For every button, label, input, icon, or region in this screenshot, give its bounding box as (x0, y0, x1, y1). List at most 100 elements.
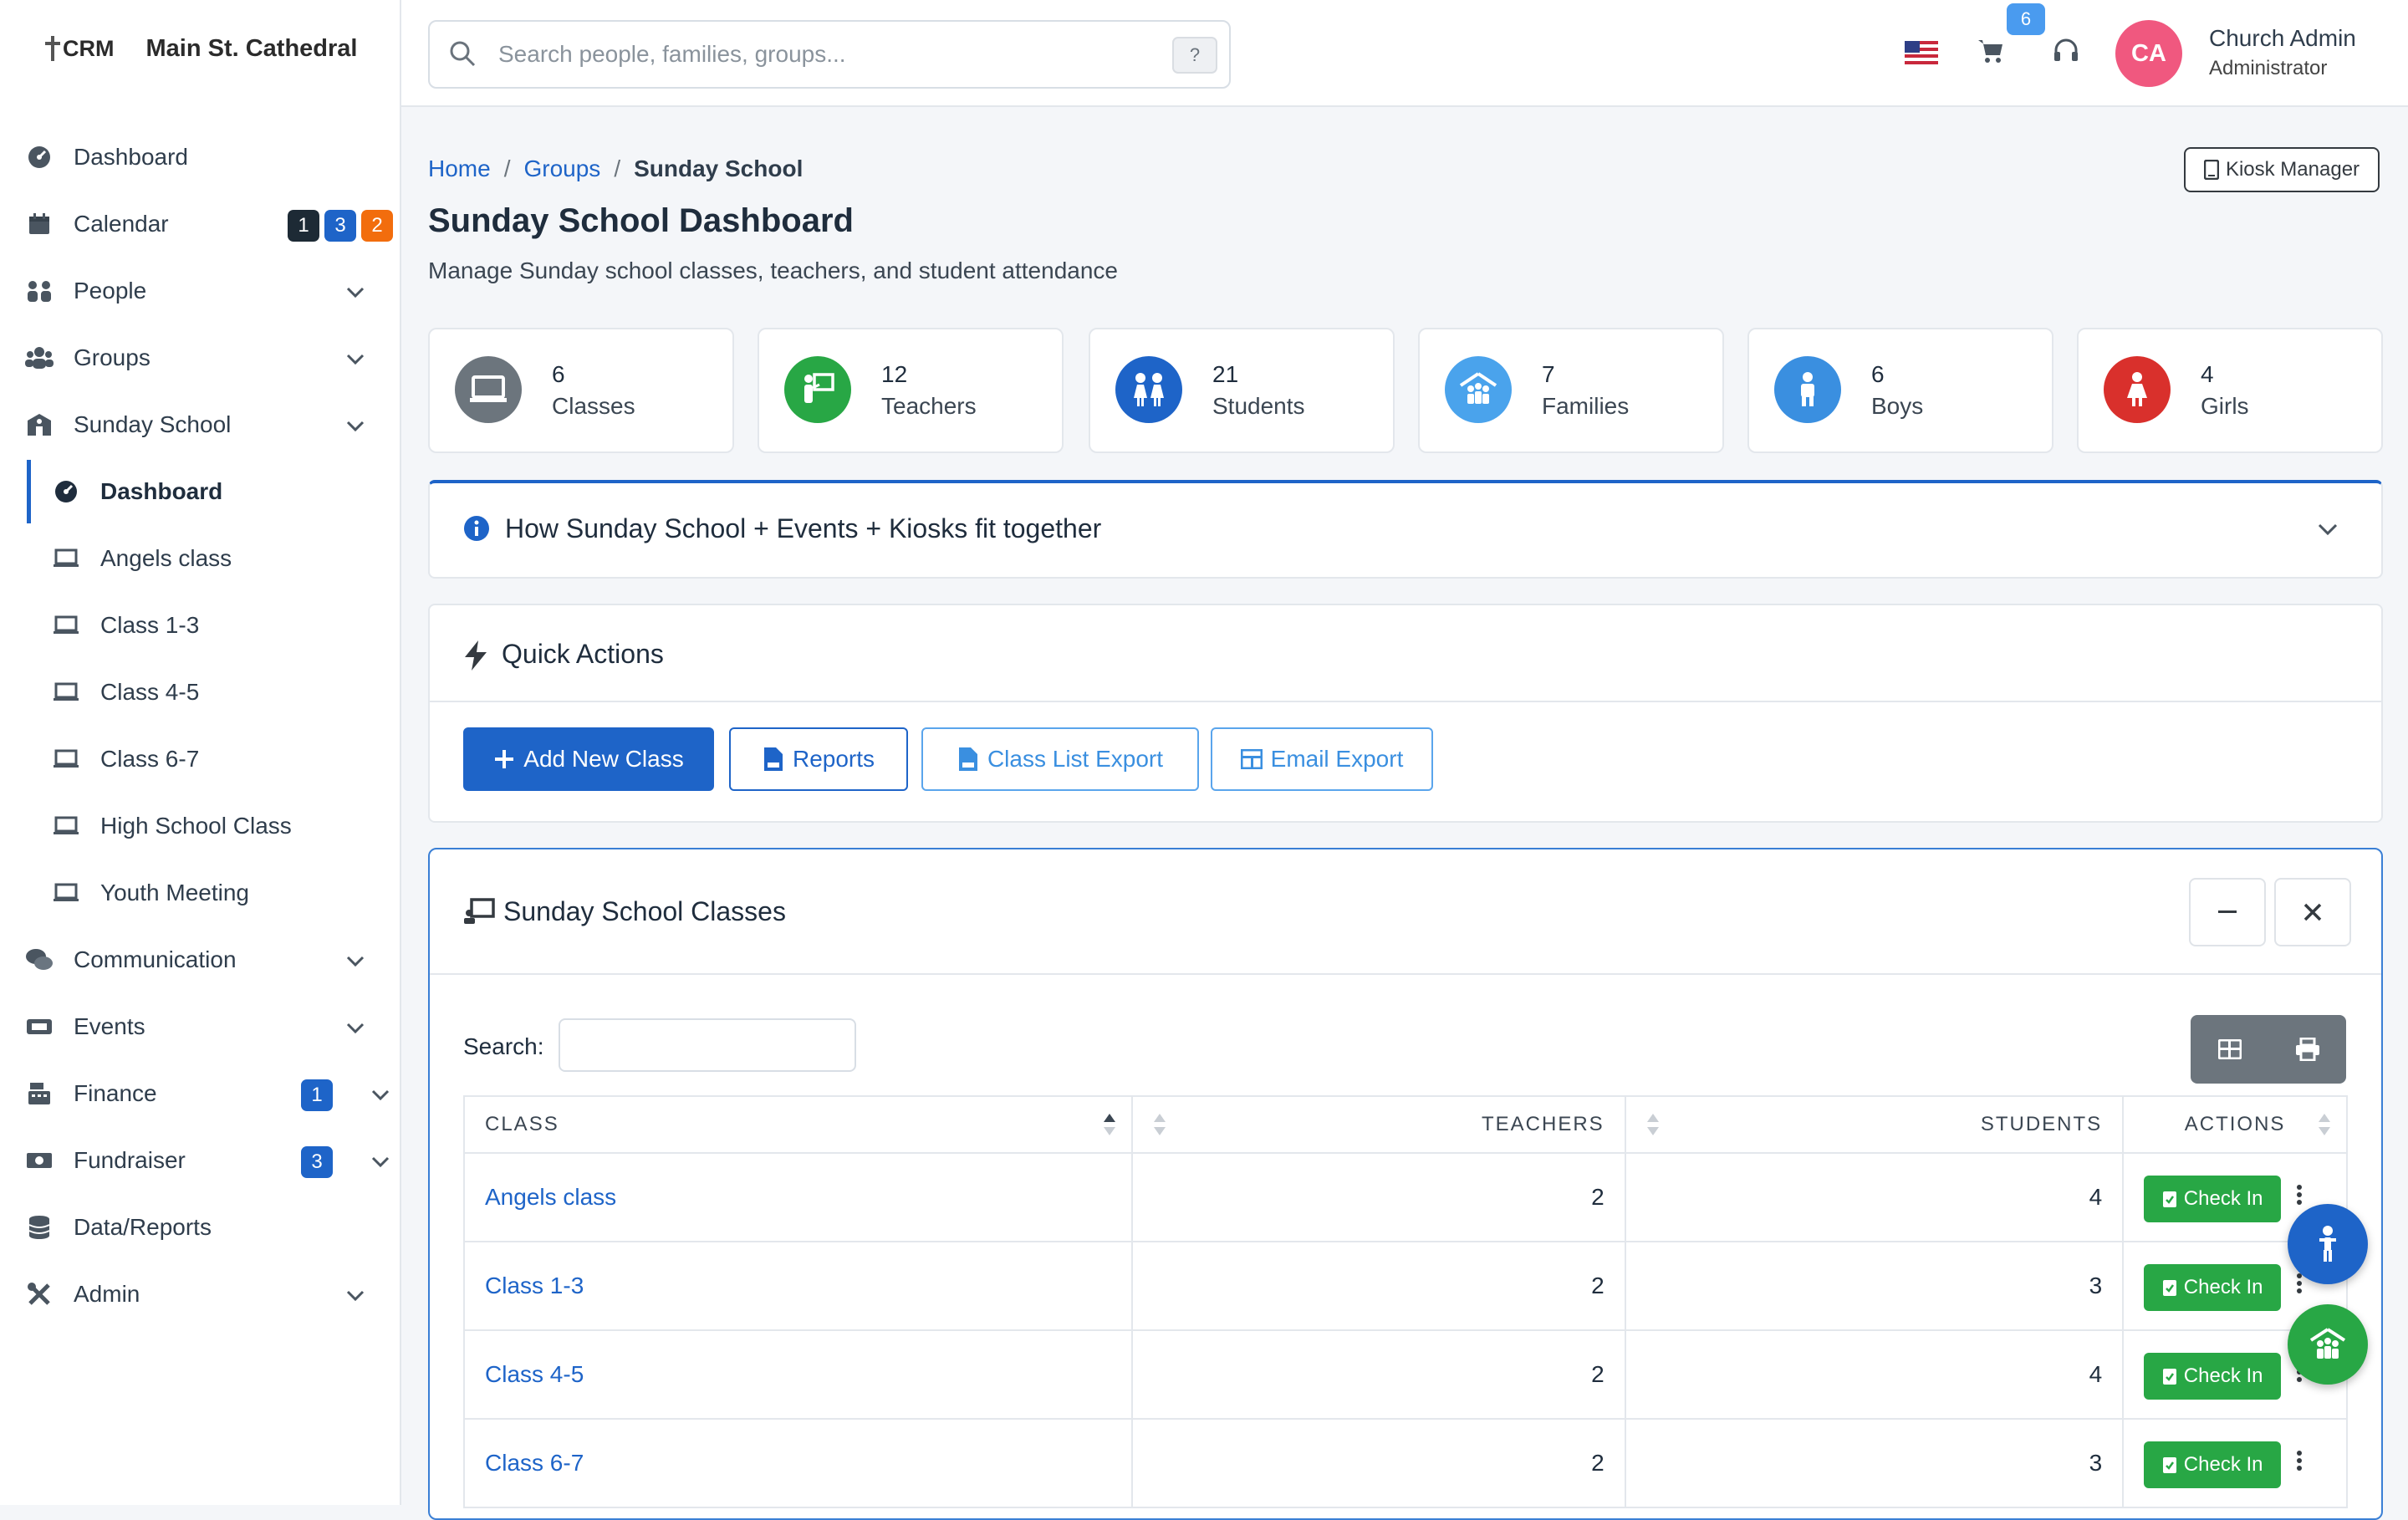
sidebar-item-fundraiser[interactable]: Fundraiser 3 (0, 1127, 400, 1194)
sidebar-item-events[interactable]: Events (0, 993, 400, 1060)
stat-label: Students (1212, 393, 1305, 419)
brand-logo-text: CRM (63, 35, 115, 61)
stat-card-teachers[interactable]: 12 Teachers (758, 328, 1064, 453)
stat-value: 6 (1871, 361, 1885, 387)
sidebar-item-groups[interactable]: Groups (0, 324, 400, 391)
global-search[interactable]: ? (428, 20, 1231, 89)
sidebar-item-people[interactable]: People (0, 258, 400, 324)
us-flag-icon[interactable] (1905, 41, 1938, 64)
quick-actions-title: Quick Actions (502, 639, 664, 669)
column-header-teachers[interactable]: TEACHERS (1131, 1095, 1626, 1154)
sidebar-item-admin[interactable]: Admin (0, 1261, 400, 1328)
chevron-down-icon[interactable] (344, 348, 366, 370)
floating-family-button[interactable] (2288, 1304, 2368, 1385)
class-link[interactable]: Angels class (485, 1184, 616, 1210)
column-header-students[interactable]: STUDENTS (1624, 1095, 2125, 1154)
chevron-down-icon[interactable] (370, 1084, 391, 1105)
more-options-icon[interactable] (2296, 1184, 2303, 1206)
email-export-button[interactable]: Email Export (1211, 727, 1433, 791)
child-icon (2319, 1226, 2336, 1262)
sidebar-subitem-dashboard[interactable]: Dashboard (0, 458, 400, 525)
check-in-button[interactable]: Check In (2144, 1441, 2282, 1488)
breadcrumb-groups[interactable]: Groups (523, 156, 600, 182)
cart-icon[interactable] (1977, 37, 2005, 65)
chevron-down-icon[interactable] (344, 950, 366, 972)
more-options-icon[interactable] (2296, 1273, 2303, 1294)
sidebar-item-calendar[interactable]: Calendar 1 3 2 (0, 191, 400, 258)
search-input[interactable] (497, 33, 1135, 75)
class-link[interactable]: Class 6-7 (485, 1450, 584, 1476)
sidebar-item-communication[interactable]: Communication (0, 926, 400, 993)
sidebar-item-sunday-school[interactable]: Sunday School (0, 391, 400, 458)
close-icon (2303, 903, 2322, 921)
column-header-label: TEACHERS (1481, 1113, 1604, 1135)
ticket-icon (25, 1013, 54, 1040)
sidebar-subitem-label: High School Class (100, 813, 292, 839)
class-cell: Class 4-5 (462, 1329, 1134, 1420)
user-name[interactable]: Church Admin (2209, 25, 2356, 52)
class-list-export-button[interactable]: Class List Export (921, 727, 1199, 791)
file-csv-icon (958, 747, 977, 771)
reports-label: Reports (792, 746, 875, 772)
sort-asc-icon (1104, 1114, 1116, 1135)
sidebar-subitem-class-4-5[interactable]: Class 4-5 (0, 659, 400, 726)
chevron-down-icon[interactable] (344, 1017, 366, 1038)
chevron-down-icon[interactable] (344, 415, 366, 436)
stat-card-girls[interactable]: 4 Girls (2077, 328, 2383, 453)
floating-child-checkin-button[interactable] (2288, 1204, 2368, 1284)
sidebar-item-finance[interactable]: Finance 1 (0, 1060, 400, 1127)
classes-card-header: Sunday School Classes (430, 849, 2381, 975)
class-cell: Class 1-3 (462, 1241, 1134, 1331)
stat-card-classes[interactable]: 6 Classes (428, 328, 734, 453)
table-search-input[interactable] (559, 1018, 856, 1072)
stat-label: Families (1542, 393, 1630, 419)
column-header-actions[interactable]: ACTIONS (2122, 1095, 2348, 1154)
class-link[interactable]: Class 1-3 (485, 1273, 584, 1298)
column-header-class[interactable]: CLASS (462, 1095, 1134, 1154)
sidebar-item-label: Groups (74, 344, 150, 370)
reports-button[interactable]: Reports (729, 727, 908, 791)
info-collapsible-card[interactable]: How Sunday School + Events + Kiosks fit … (428, 480, 2383, 579)
brand[interactable]: CRM Main St. Cathedral (45, 30, 358, 67)
close-button[interactable] (2274, 878, 2351, 946)
more-options-icon[interactable] (2296, 1450, 2303, 1472)
cart-count-badge: 6 (2007, 3, 2045, 35)
avatar[interactable]: CA (2115, 20, 2182, 87)
check-in-button[interactable]: Check In (2144, 1353, 2282, 1400)
check-in-button[interactable]: Check In (2144, 1176, 2282, 1222)
stat-card-families[interactable]: 7 Families (1418, 328, 1724, 453)
check-in-button[interactable]: Check In (2144, 1264, 2282, 1311)
chevron-down-icon[interactable] (344, 281, 366, 303)
sidebar-item-data-reports[interactable]: Data/Reports (0, 1194, 400, 1261)
chevron-down-icon[interactable] (344, 1284, 366, 1306)
headset-icon[interactable] (2052, 37, 2080, 65)
finance-badge: 1 (301, 1079, 333, 1111)
column-visibility-button[interactable] (2191, 1015, 2268, 1084)
kiosk-manager-button[interactable]: Kiosk Manager (2184, 147, 2380, 192)
stat-value: 6 (552, 361, 565, 387)
sidebar-item-label: Data/Reports (74, 1214, 212, 1240)
sidebar: CRM Main St. Cathedral Dashboard Calenda… (0, 0, 401, 1505)
sidebar-subitem-class-6-7[interactable]: Class 6-7 (0, 726, 400, 793)
class-link[interactable]: Class 4-5 (485, 1361, 584, 1387)
stat-label: Classes (552, 393, 635, 419)
breadcrumb-current: Sunday School (634, 156, 804, 181)
table-row: Class 1-3 2 3 Check In (462, 1241, 2348, 1331)
calendar-icon (25, 211, 54, 237)
sidebar-subitem-angels-class[interactable]: Angels class (0, 525, 400, 592)
chevron-down-icon[interactable] (370, 1150, 391, 1172)
sidebar-subitem-high-school-class[interactable]: High School Class (0, 793, 400, 859)
add-new-class-button[interactable]: Add New Class (463, 727, 714, 791)
breadcrumb-separator: / (503, 156, 511, 181)
stat-card-students[interactable]: 21 Students (1089, 328, 1395, 453)
sidebar-subitem-youth-meeting[interactable]: Youth Meeting (0, 859, 400, 926)
collapse-button[interactable] (2189, 878, 2266, 946)
print-button[interactable] (2268, 1015, 2346, 1084)
breadcrumb-home[interactable]: Home (428, 156, 491, 182)
people-icon (25, 278, 54, 304)
sidebar-subitem-class-1-3[interactable]: Class 1-3 (0, 592, 400, 659)
stat-card-boys[interactable]: 6 Boys (1747, 328, 2053, 453)
chevron-down-icon[interactable] (2316, 517, 2339, 540)
sidebar-item-dashboard[interactable]: Dashboard (0, 124, 400, 191)
sidebar-item-label: Dashboard (74, 144, 188, 170)
